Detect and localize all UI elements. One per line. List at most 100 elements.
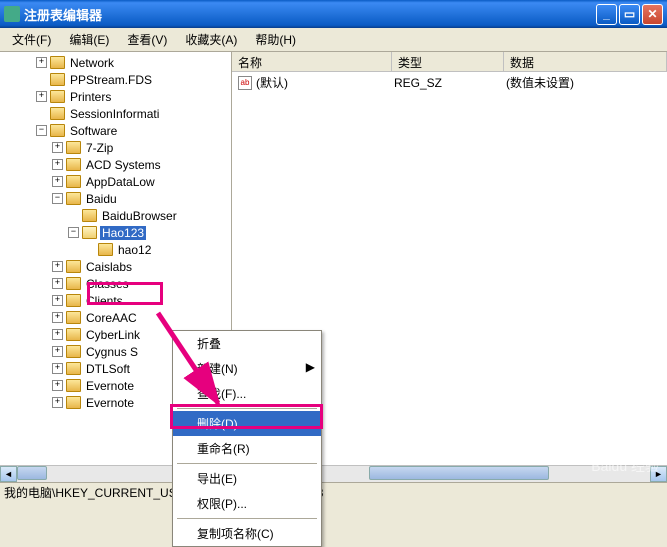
menubar: 文件(F) 编辑(E) 查看(V) 收藏夹(A) 帮助(H)	[0, 28, 667, 52]
expand-icon[interactable]: +	[52, 176, 63, 187]
node-label: SessionInformati	[68, 107, 161, 121]
folder-icon	[66, 294, 81, 307]
expand-icon[interactable]: +	[52, 380, 63, 391]
separator	[177, 408, 317, 409]
tree-node[interactable]: +Clients	[4, 292, 231, 309]
tree-node[interactable]: − Software	[4, 122, 231, 139]
menu-file[interactable]: 文件(F)	[4, 29, 59, 50]
expand-icon[interactable]: +	[52, 295, 63, 306]
menu-view[interactable]: 查看(V)	[119, 29, 175, 50]
expand-icon[interactable]: +	[52, 261, 63, 272]
expand-icon[interactable]: +	[52, 278, 63, 289]
context-menu: 折叠 新建(N) ▶ 查找(F)... 删除(D) 重命名(R) 导出(E) 权限…	[172, 330, 322, 547]
cm-rename[interactable]: 重命名(R)	[173, 436, 321, 461]
content-area: +Network PPStream.FDS+Printers SessionInfo…	[0, 52, 667, 482]
node-label: PPStream.FDS	[68, 73, 154, 87]
app-icon	[4, 6, 20, 22]
menu-edit[interactable]: 编辑(E)	[61, 29, 117, 50]
expand-icon[interactable]: +	[36, 91, 47, 102]
cm-new[interactable]: 新建(N) ▶	[173, 356, 321, 381]
tree-node[interactable]: +Classes	[4, 275, 231, 292]
folder-icon	[66, 277, 81, 290]
tree-node[interactable]: BaiduBrowser	[4, 207, 231, 224]
folder-icon	[50, 124, 65, 137]
expand-spacer	[36, 108, 47, 119]
folder-icon	[50, 90, 65, 103]
menu-favorites[interactable]: 收藏夹(A)	[177, 29, 245, 50]
node-label: CyberLink	[84, 328, 142, 342]
window-title: 注册表编辑器	[24, 5, 596, 24]
menu-help[interactable]: 帮助(H)	[247, 29, 304, 50]
expand-spacer	[68, 210, 79, 221]
tree-node[interactable]: hao12	[4, 241, 231, 258]
window-buttons: _ ▭ ✕	[596, 4, 663, 25]
folder-icon	[66, 141, 81, 154]
close-button[interactable]: ✕	[642, 4, 663, 25]
expand-icon[interactable]: +	[52, 346, 63, 357]
folder-icon	[50, 107, 65, 120]
value-type: REG_SZ	[394, 76, 506, 90]
folder-icon	[82, 226, 97, 239]
maximize-button[interactable]: ▭	[619, 4, 640, 25]
cm-copy-key[interactable]: 复制项名称(C)	[173, 521, 321, 546]
expand-icon[interactable]: +	[52, 159, 63, 170]
expand-icon[interactable]: +	[52, 142, 63, 153]
folder-icon	[82, 209, 97, 222]
scroll-left-button[interactable]: ◄	[0, 466, 17, 482]
tree-node[interactable]: PPStream.FDS	[4, 71, 231, 88]
tree-node[interactable]: + Caislabs	[4, 258, 231, 275]
tree-node[interactable]: SessionInformati	[4, 105, 231, 122]
scroll-thumb[interactable]	[17, 466, 47, 480]
expand-icon[interactable]: +	[36, 57, 47, 68]
cm-export[interactable]: 导出(E)	[173, 466, 321, 491]
value-data: (数值未设置)	[506, 74, 574, 91]
collapse-icon[interactable]: −	[36, 125, 47, 136]
tree-node[interactable]: +Network	[4, 54, 231, 71]
node-label: Evernote	[84, 379, 136, 393]
expand-icon[interactable]: +	[52, 329, 63, 340]
cm-collapse[interactable]: 折叠	[173, 331, 321, 356]
cm-new-label: 新建(N)	[197, 362, 238, 376]
node-label: Caislabs	[84, 260, 134, 274]
scroll-right-button[interactable]: ►	[650, 466, 667, 482]
folder-icon	[66, 345, 81, 358]
value-name: (默认)	[256, 74, 394, 91]
cm-find[interactable]: 查找(F)...	[173, 381, 321, 406]
expand-icon[interactable]: +	[52, 363, 63, 374]
tree-node[interactable]: − Baidu	[4, 190, 231, 207]
minimize-button[interactable]: _	[596, 4, 617, 25]
tree-node[interactable]: +CoreAAC	[4, 309, 231, 326]
node-label: 7-Zip	[84, 141, 115, 155]
node-label: Baidu	[84, 192, 119, 206]
submenu-arrow-icon: ▶	[306, 360, 315, 374]
collapse-icon[interactable]: −	[52, 193, 63, 204]
node-label: Software	[68, 124, 119, 138]
folder-icon	[66, 362, 81, 375]
folder-icon	[66, 311, 81, 324]
folder-icon	[66, 379, 81, 392]
scroll-thumb[interactable]	[369, 466, 549, 480]
titlebar: 注册表编辑器 _ ▭ ✕	[0, 0, 667, 28]
cm-permissions[interactable]: 权限(P)...	[173, 491, 321, 516]
cm-delete[interactable]: 删除(D)	[173, 411, 321, 436]
tree-node[interactable]: − Hao123	[4, 224, 231, 241]
column-name[interactable]: 名称	[232, 52, 392, 71]
node-label: Hao123	[100, 226, 146, 240]
expand-icon[interactable]: +	[52, 397, 63, 408]
folder-icon	[66, 175, 81, 188]
separator	[177, 518, 317, 519]
tree-node[interactable]: +AppDataLow	[4, 173, 231, 190]
column-type[interactable]: 类型	[392, 52, 504, 71]
tree-node[interactable]: +ACD Systems	[4, 156, 231, 173]
collapse-icon[interactable]: −	[68, 227, 79, 238]
folder-icon	[50, 56, 65, 69]
column-data[interactable]: 数据	[504, 52, 667, 71]
string-value-icon: ab	[238, 76, 252, 90]
folder-icon	[66, 328, 81, 341]
node-label: Evernote	[84, 396, 136, 410]
tree-node[interactable]: +7-Zip	[4, 139, 231, 156]
expand-icon[interactable]: +	[52, 312, 63, 323]
list-row[interactable]: ab (默认) REG_SZ (数值未设置)	[232, 72, 667, 93]
expand-spacer	[36, 74, 47, 85]
tree-node[interactable]: +Printers	[4, 88, 231, 105]
